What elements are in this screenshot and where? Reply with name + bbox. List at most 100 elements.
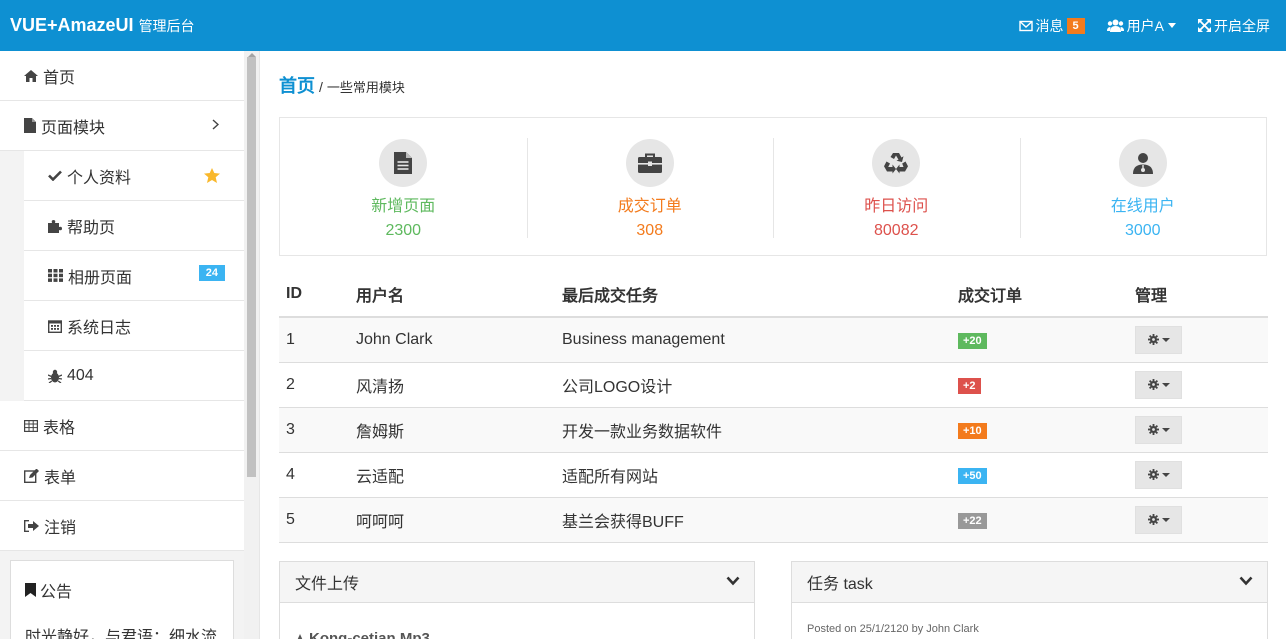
sidebar-item-help[interactable]: 帮助页 xyxy=(24,201,244,251)
table-row: 3 詹姆斯 开发一款业务数据软件 +10 xyxy=(279,407,1268,453)
notice-title-text: 公告 xyxy=(40,584,73,601)
breadcrumb: 首页 / 一些常用模块 xyxy=(279,72,405,98)
cell-username: 云适配 xyxy=(349,452,555,498)
upload-arrow-icon xyxy=(296,634,304,639)
cell-username: 呵呵呵 xyxy=(349,497,555,543)
stat-online-users[interactable]: 在线用户 3000 xyxy=(1019,118,1267,255)
file-text-icon xyxy=(379,139,428,187)
sidebar-item-label: 表格 xyxy=(43,419,76,437)
manage-dropdown-button[interactable] xyxy=(1135,415,1182,444)
table-row: 1 John Clark Business management +20 xyxy=(279,317,1268,363)
cell-id: 3 xyxy=(279,407,349,453)
edit-icon xyxy=(24,468,39,483)
bug-icon xyxy=(48,369,62,383)
scrollbar-thumb[interactable] xyxy=(247,57,256,477)
manage-dropdown-button[interactable] xyxy=(1135,325,1182,354)
sidebar-item-label: 404 xyxy=(67,366,94,384)
gear-icon xyxy=(1147,469,1159,480)
brand-title: VUE+AmazeUI xyxy=(10,15,134,35)
chevron-down-icon[interactable] xyxy=(726,576,740,586)
orders-table: ID 用户名 最后成交任务 成交订单 管理 1 John Clark Busines… xyxy=(279,272,1268,543)
table-icon xyxy=(24,419,38,432)
user-menu-label: 用户A xyxy=(1126,17,1164,34)
sidebar-item-label: 表单 xyxy=(44,469,77,487)
sidebar-item-label: 系统日志 xyxy=(67,319,132,337)
brand-logo[interactable]: VUE+AmazeUI 管理后台 xyxy=(0,15,195,36)
sidebar-item-system-log[interactable]: 系统日志 xyxy=(24,301,244,351)
star-icon xyxy=(204,168,220,183)
fullscreen-button[interactable]: 开启全屏 xyxy=(1187,0,1281,51)
home-icon xyxy=(24,69,38,82)
cell-last-task: Business management xyxy=(555,317,951,363)
cell-id: 5 xyxy=(279,497,349,543)
cell-orders: +2 xyxy=(951,362,1128,408)
order-count-badge: +20 xyxy=(958,332,987,349)
cell-orders: +50 xyxy=(951,452,1128,498)
manage-dropdown-button[interactable] xyxy=(1135,370,1182,399)
user-menu-button[interactable]: 用户A xyxy=(1096,0,1187,51)
caret-down-icon xyxy=(1168,23,1176,28)
cell-last-task: 基兰会获得BUFF xyxy=(555,497,951,543)
sidebar-item-profile[interactable]: 个人资料 xyxy=(24,151,244,201)
sidebar-item-gallery[interactable]: 相册页面 24 xyxy=(24,251,244,301)
table-row: 4 云适配 适配所有网站 +50 xyxy=(279,452,1268,498)
notice-title: 公告 xyxy=(11,561,233,602)
stat-label: 昨日访问 xyxy=(864,198,929,215)
order-count-badge: +10 xyxy=(958,422,987,439)
sidebar-item-form[interactable]: 表单 xyxy=(0,451,244,501)
task-meta: Posted on 25/1/2120 by John Clark xyxy=(807,623,979,635)
sidebar-scrollbar[interactable] xyxy=(244,51,260,639)
stat-label: 新增页面 xyxy=(371,198,436,215)
stat-value: 80082 xyxy=(874,222,919,239)
cell-manage xyxy=(1128,362,1268,408)
stat-new-pages[interactable]: 新增页面 2300 xyxy=(280,118,527,255)
column-header-id: ID xyxy=(279,272,349,318)
gear-icon xyxy=(1147,334,1159,346)
messages-button[interactable]: 消息 5 xyxy=(1008,0,1096,51)
cell-id: 1 xyxy=(279,317,349,363)
stat-value: 3000 xyxy=(1124,222,1161,239)
sign-out-icon xyxy=(24,519,39,532)
notice-text: 时光静好，与君语；细水流 xyxy=(25,629,218,639)
sidebar: 首页 页面模块 个人资料 帮助页 相册页面 24 系统日志 404 表格 表单 … xyxy=(0,51,244,639)
file-upload-panel: 文件上传 Kong-cetian.Mp3 xyxy=(279,561,755,639)
breadcrumb-home-link[interactable]: 首页 xyxy=(279,72,315,98)
breadcrumb-separator: / xyxy=(319,79,323,95)
chevron-down-icon[interactable] xyxy=(1239,576,1253,586)
top-nav: 消息 5 用户A 开启全屏 xyxy=(1008,0,1286,51)
upload-file-item[interactable]: Kong-cetian.Mp3 xyxy=(280,603,754,639)
cell-orders: +10 xyxy=(951,407,1128,453)
cell-last-task: 开发一款业务数据软件 xyxy=(555,407,951,453)
stat-orders[interactable]: 成交订单 308 xyxy=(526,118,774,255)
cell-id: 4 xyxy=(279,452,349,498)
envelope-icon xyxy=(1018,20,1033,31)
cell-manage xyxy=(1128,407,1268,453)
sidebar-item-404[interactable]: 404 xyxy=(24,351,244,401)
cell-manage xyxy=(1128,497,1268,543)
sidebar-item-table[interactable]: 表格 xyxy=(0,401,244,451)
table-header-row: ID 用户名 最后成交任务 成交订单 管理 xyxy=(279,272,1268,318)
messages-label: 消息 xyxy=(1035,17,1064,34)
order-count-badge: +50 xyxy=(958,467,987,484)
sidebar-item-home[interactable]: 首页 xyxy=(0,51,244,101)
stat-value: 2300 xyxy=(385,222,422,239)
sidebar-item-page-modules[interactable]: 页面模块 xyxy=(0,101,244,151)
cell-orders: +20 xyxy=(951,317,1128,363)
sidebar-item-logout[interactable]: 注销 xyxy=(0,501,244,551)
main-content: 首页 / 一些常用模块 新增页面 2300 成交订单 308 昨日访问 8008… xyxy=(261,51,1286,639)
column-header-orders: 成交订单 xyxy=(951,272,1128,318)
manage-dropdown-button[interactable] xyxy=(1135,505,1182,534)
top-header: VUE+AmazeUI 管理后台 消息 5 用户A 开启全屏 xyxy=(0,0,1286,51)
panel-header[interactable]: 文件上传 xyxy=(280,562,754,603)
messages-count-badge: 5 xyxy=(1066,17,1085,34)
caret-down-icon xyxy=(1161,382,1170,387)
sidebar-item-label: 首页 xyxy=(43,69,76,87)
sidebar-item-label: 注销 xyxy=(44,519,77,537)
brand-subtitle: 管理后台 xyxy=(138,18,195,34)
sidebar-item-label: 页面模块 xyxy=(41,119,106,137)
puzzle-piece-icon xyxy=(48,219,62,233)
panel-header[interactable]: 任务 task xyxy=(792,562,1267,603)
table-row: 5 呵呵呵 基兰会获得BUFF +22 xyxy=(279,497,1268,543)
manage-dropdown-button[interactable] xyxy=(1135,460,1182,489)
stat-visits[interactable]: 昨日访问 80082 xyxy=(773,118,1020,255)
